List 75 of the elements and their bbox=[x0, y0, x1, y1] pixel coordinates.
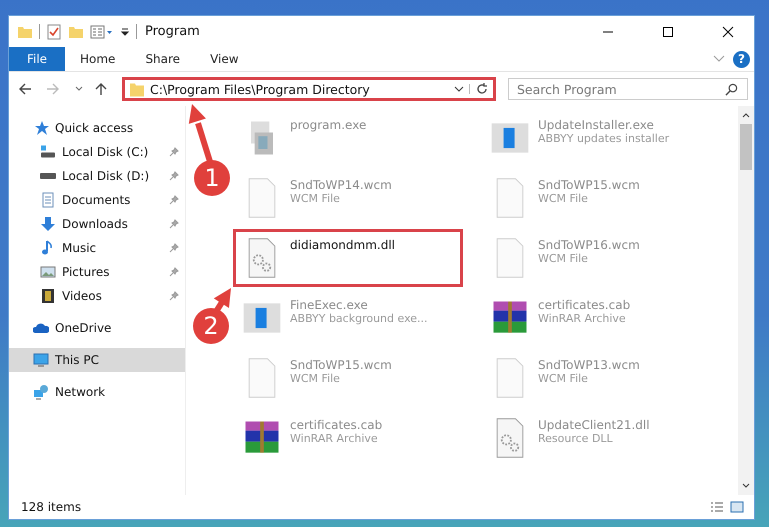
pin-icon[interactable] bbox=[169, 195, 179, 205]
close-icon[interactable] bbox=[722, 26, 734, 38]
file-name: certificates.cab bbox=[290, 418, 382, 432]
sidebar-item[interactable]: Documents bbox=[9, 188, 185, 212]
sidebar-item[interactable]: Videos bbox=[9, 284, 185, 308]
address-path: C:\Program Files\Program Directory bbox=[150, 82, 371, 96]
ribbon-tab[interactable]: Share bbox=[130, 47, 196, 71]
caret-icon[interactable] bbox=[454, 84, 470, 94]
sidebar-item[interactable]: Local Disk (D:) bbox=[9, 164, 185, 188]
sidebar-item[interactable]: Quick access bbox=[9, 116, 185, 140]
file-item[interactable]: didiamondmm.dll bbox=[233, 229, 463, 287]
file-type: WinRAR Archive bbox=[538, 312, 627, 325]
file-name: SndToWP13.wcm bbox=[538, 358, 640, 372]
file-type: WCM File bbox=[290, 372, 341, 385]
sidebar-item[interactable]: This PC bbox=[9, 348, 185, 372]
ribbon-tab[interactable]: Home bbox=[65, 47, 130, 71]
file-name: program.exe bbox=[290, 118, 366, 132]
refresh-icon[interactable] bbox=[475, 82, 489, 96]
film-icon bbox=[40, 288, 56, 304]
properties-icon[interactable] bbox=[90, 24, 114, 40]
pin-icon[interactable] bbox=[169, 243, 179, 253]
file-name: UpdateClient21.dll bbox=[538, 418, 650, 432]
sidebar-item[interactable]: OneDrive bbox=[9, 316, 185, 340]
help-button[interactable]: ? bbox=[733, 50, 750, 68]
scrollbar-thumb[interactable] bbox=[740, 124, 752, 170]
dropdown-icon[interactable] bbox=[120, 26, 130, 36]
file-type: ABBYY background exe... bbox=[290, 312, 428, 325]
folder-icon bbox=[129, 80, 145, 98]
file-name: didiamondmm.dll bbox=[290, 238, 395, 252]
file-type: WCM File bbox=[538, 252, 589, 265]
file-type: WCM File bbox=[290, 192, 341, 205]
file-type: ABBYY updates installer bbox=[538, 132, 670, 145]
sidebar-item[interactable]: Downloads bbox=[9, 212, 185, 236]
thumbnail-view-icon[interactable] bbox=[730, 501, 744, 513]
file-type: WCM File bbox=[538, 372, 589, 385]
pin-icon[interactable] bbox=[169, 291, 179, 301]
search-icon[interactable] bbox=[725, 83, 738, 96]
item-count: 128 items bbox=[21, 500, 82, 514]
picture-icon bbox=[40, 264, 56, 280]
maximize-icon[interactable] bbox=[662, 26, 674, 38]
sidebar-item[interactable]: Music bbox=[9, 236, 185, 260]
monitor-icon bbox=[33, 352, 49, 368]
window-title: Program bbox=[145, 24, 200, 39]
drive-icon bbox=[40, 173, 56, 179]
file-type: WinRAR Archive bbox=[290, 432, 379, 445]
file-name: SndToWP15.wcm bbox=[290, 358, 392, 372]
star-icon bbox=[33, 120, 49, 136]
address-bar[interactable]: C:\Program Files\Program Directory bbox=[122, 77, 496, 101]
drive-icon bbox=[40, 144, 56, 160]
ribbon-tab[interactable]: File bbox=[9, 47, 65, 71]
back-arrow-icon[interactable] bbox=[18, 82, 32, 96]
chevron-icon[interactable] bbox=[713, 55, 725, 63]
down-arrow-icon bbox=[40, 216, 56, 232]
file-type: Resource DLL bbox=[538, 432, 614, 445]
sidebar-item[interactable]: Local Disk (C:) bbox=[9, 140, 185, 164]
network-icon bbox=[33, 384, 49, 400]
pin-icon[interactable] bbox=[169, 219, 179, 229]
file-name: SndToWP16.wcm bbox=[538, 238, 640, 252]
file-name: certificates.cab bbox=[538, 298, 630, 312]
file-name: SndToWP15.wcm bbox=[538, 178, 640, 192]
ribbon-tab[interactable]: View bbox=[195, 47, 254, 71]
sidebar-item[interactable]: Pictures bbox=[9, 260, 185, 284]
up-arrow-icon[interactable] bbox=[94, 82, 108, 96]
document-icon bbox=[40, 192, 56, 208]
pin-icon[interactable] bbox=[169, 171, 179, 181]
file-name: UpdateInstaller.exe bbox=[538, 118, 655, 132]
sidebar-item[interactable]: Network bbox=[9, 380, 185, 404]
pin-icon[interactable] bbox=[169, 147, 179, 157]
details-view-icon[interactable] bbox=[710, 501, 724, 513]
file-name: FineExec.exe bbox=[290, 298, 369, 312]
file-name: SndToWP14.wcm bbox=[290, 178, 392, 192]
pin-icon[interactable] bbox=[169, 267, 179, 277]
checklist-icon[interactable] bbox=[46, 24, 62, 40]
file-type: WCM File bbox=[538, 192, 589, 205]
search-field[interactable]: Search Program bbox=[508, 78, 748, 100]
